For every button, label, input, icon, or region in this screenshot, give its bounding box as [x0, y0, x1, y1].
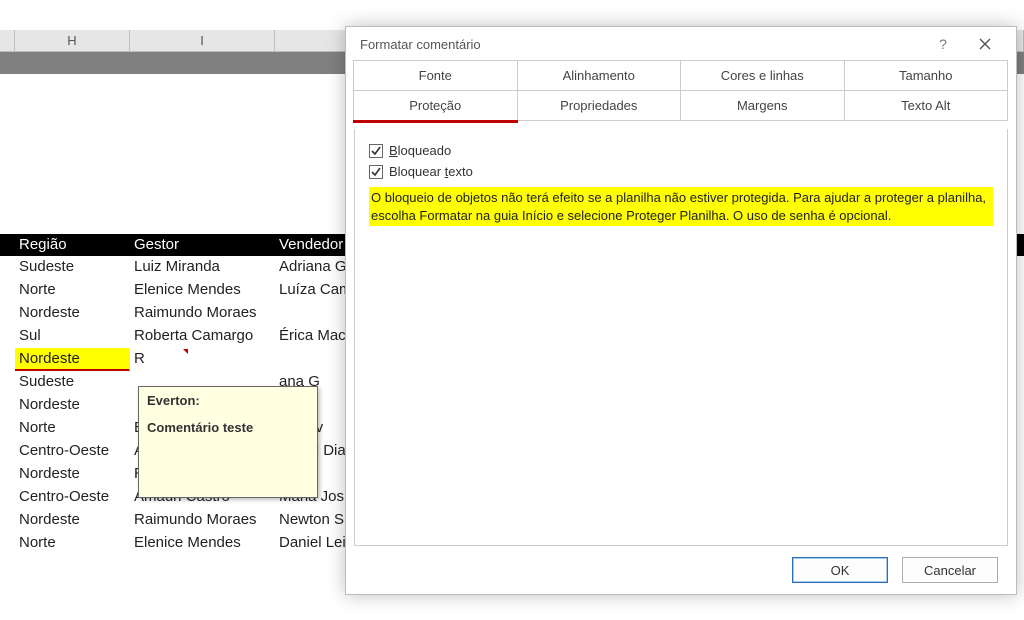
ok-button[interactable]: OK [792, 557, 888, 583]
cell-regiao[interactable]: Nordeste [15, 394, 130, 417]
checkbox-bloquear-texto[interactable]: Bloquear texto [369, 164, 993, 179]
tab-alinhamento[interactable]: Alinhamento [517, 60, 682, 91]
close-button[interactable] [964, 29, 1006, 59]
cell-regiao[interactable]: Nordeste [15, 348, 130, 371]
checkbox-icon [369, 144, 383, 158]
cell-gestor[interactable]: Luiz Miranda [130, 256, 275, 279]
help-button[interactable]: ? [922, 29, 964, 59]
cancel-button[interactable]: Cancelar [902, 557, 998, 583]
tab-body-protecao: Bloqueado Bloquear texto O bloqueio de o… [354, 129, 1008, 546]
header-gestor[interactable]: Gestor [130, 234, 275, 256]
protection-note: O bloqueio de objetos não terá efeito se… [369, 187, 993, 226]
dialog-titlebar[interactable]: Formatar comentário ? [346, 27, 1016, 61]
tab-propriedades[interactable]: Propriedades [517, 90, 682, 121]
col-header-h[interactable]: H [15, 30, 130, 51]
dialog-tabs: Fonte Alinhamento Cores e linhas Tamanho… [354, 61, 1008, 121]
tab-textoalt[interactable]: Texto Alt [844, 90, 1009, 121]
cell-regiao[interactable]: Centro-Oeste [15, 486, 130, 509]
col-header-g[interactable] [0, 30, 15, 51]
checkbox-bloqueado[interactable]: Bloqueado [369, 143, 993, 158]
cell-regiao[interactable]: Sudeste [15, 256, 130, 279]
tab-protecao[interactable]: Proteção [353, 90, 518, 121]
checkbox-icon [369, 165, 383, 179]
cell-regiao[interactable]: Nordeste [15, 463, 130, 486]
checkbox-label: Bloquear texto [389, 164, 473, 179]
cell-regiao[interactable]: Sul [15, 325, 130, 348]
cell-gestor[interactable]: Raimundo Moraes [130, 509, 275, 532]
comment-body: Comentário teste [147, 420, 253, 435]
comment-author: Everton: [147, 393, 309, 408]
cell-regiao[interactable]: Norte [15, 532, 130, 555]
comment-popup[interactable]: Everton: Comentário teste [138, 386, 318, 498]
cell-gestor[interactable]: R [130, 348, 275, 371]
cell-regiao[interactable]: Norte [15, 417, 130, 440]
cell-regiao[interactable]: Nordeste [15, 509, 130, 532]
dialog-title: Formatar comentário [360, 37, 922, 52]
cell-regiao[interactable]: Norte [15, 279, 130, 302]
header-regiao[interactable]: Região [15, 234, 130, 256]
tab-tamanho[interactable]: Tamanho [844, 60, 1009, 91]
close-icon [979, 38, 991, 50]
cell-regiao[interactable]: Centro-Oeste [15, 440, 130, 463]
tab-margens[interactable]: Margens [680, 90, 845, 121]
tab-cores[interactable]: Cores e linhas [680, 60, 845, 91]
checkbox-label: Bloqueado [389, 143, 451, 158]
cell-gestor[interactable]: Roberta Camargo [130, 325, 275, 348]
dialog-footer: OK Cancelar [346, 546, 1016, 594]
cell-gestor[interactable]: Elenice Mendes [130, 279, 275, 302]
cell-regiao[interactable]: Nordeste [15, 302, 130, 325]
cell-gestor[interactable]: Elenice Mendes [130, 532, 275, 555]
cell-gestor[interactable]: Raimundo Moraes [130, 302, 275, 325]
tab-fonte[interactable]: Fonte [353, 60, 518, 91]
col-header-i[interactable]: I [130, 30, 275, 51]
format-comment-dialog: Formatar comentário ? Fonte Alinhamento … [345, 26, 1017, 595]
cell-regiao[interactable]: Sudeste [15, 371, 130, 394]
